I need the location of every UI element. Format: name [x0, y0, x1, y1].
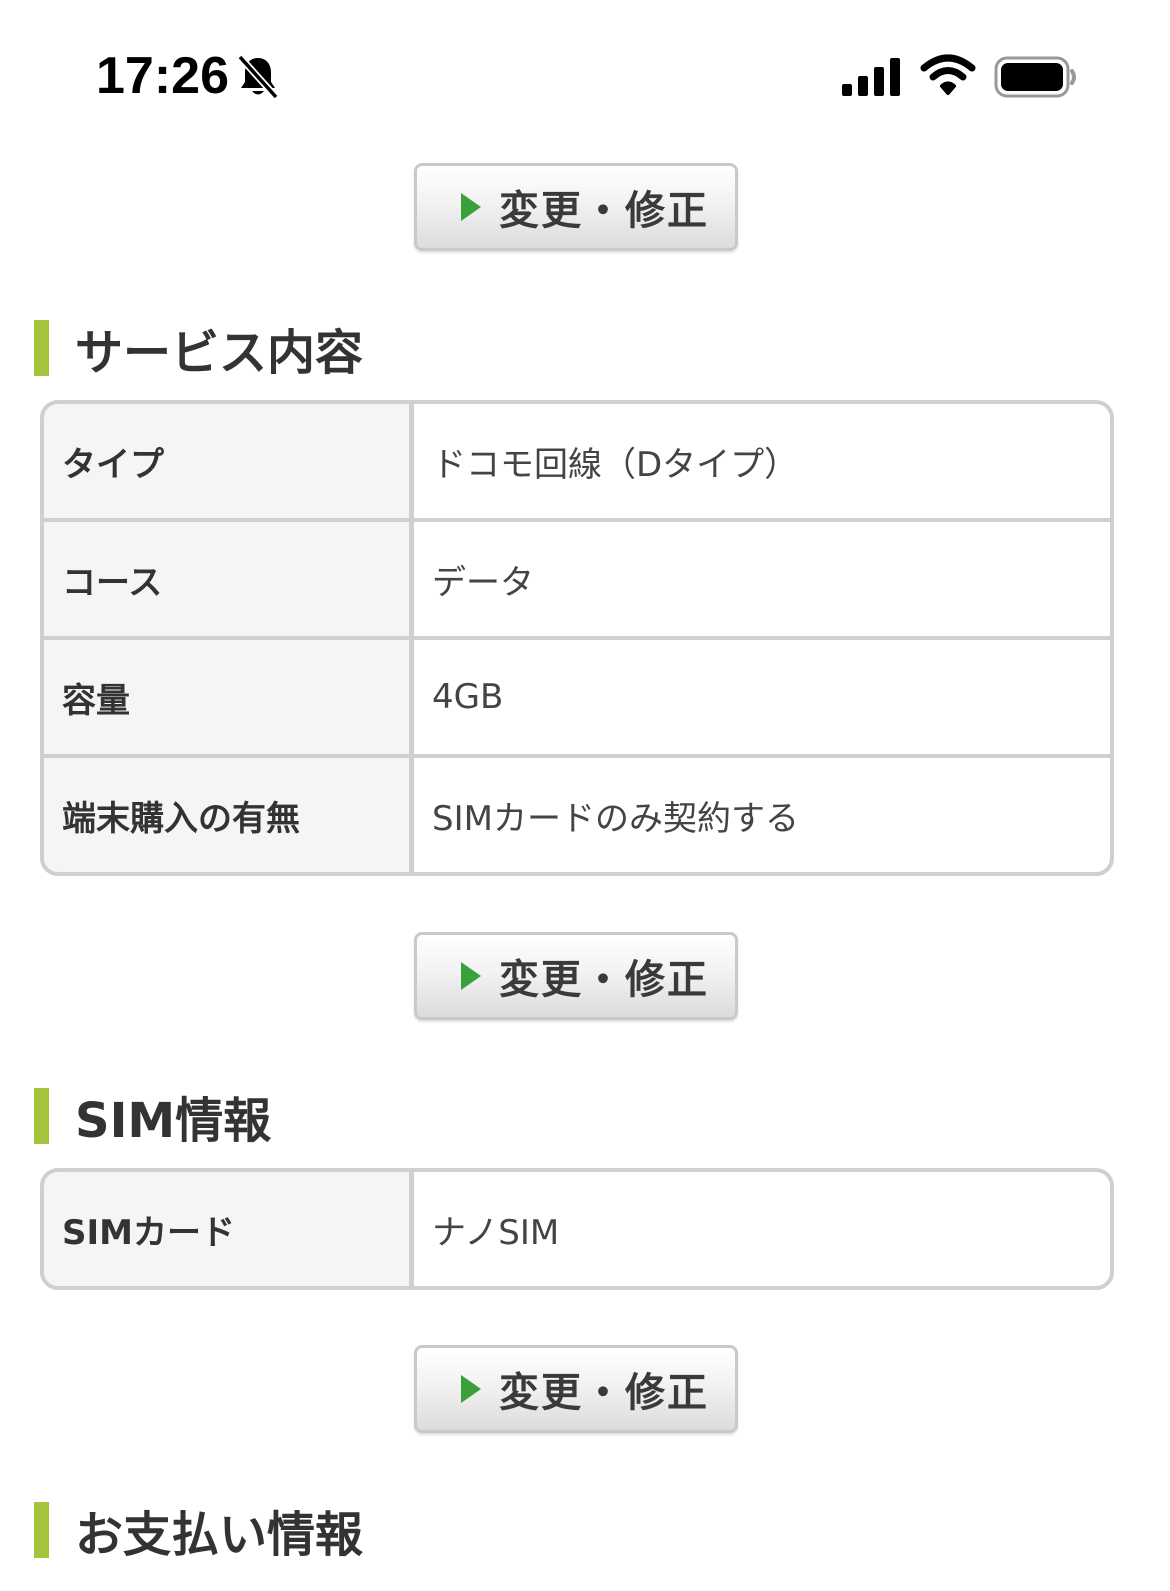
table-row: タイプ ドコモ回線（Dタイプ） [44, 404, 1110, 522]
edit-button-label: 変更・修正 [499, 1370, 709, 1416]
table-row: SIMカード ナノSIM [44, 1172, 1110, 1286]
heading-accent-bar [34, 320, 49, 376]
row-value: データ [432, 562, 534, 603]
row-label: 端末購入の有無 [44, 758, 414, 872]
edit-button[interactable]: 変更・修正 [414, 1345, 738, 1433]
table-row: 容量 4GB [44, 640, 1110, 758]
play-icon [461, 193, 481, 221]
status-time: 17:26 [96, 47, 229, 105]
section-title: お支払い情報 [75, 1507, 364, 1563]
heading-accent-bar [34, 1088, 49, 1144]
bell-off-icon [237, 54, 279, 100]
sim-table: SIMカード ナノSIM [40, 1168, 1114, 1290]
signal-icon [842, 58, 900, 96]
row-label: 容量 [44, 640, 414, 754]
edit-button[interactable]: 変更・修正 [414, 932, 738, 1020]
row-label: コース [44, 522, 414, 636]
section-heading-sim: SIM情報 [34, 1087, 271, 1149]
row-label: SIMカード [44, 1172, 414, 1286]
wifi-icon [920, 54, 976, 95]
status-bar: 17:26 [0, 0, 1170, 150]
play-icon [461, 962, 481, 990]
edit-button[interactable]: 変更・修正 [414, 163, 738, 251]
section-title: サービス内容 [75, 325, 364, 381]
edit-button-label: 変更・修正 [499, 188, 709, 234]
row-value: 4GB [432, 677, 504, 717]
service-table: タイプ ドコモ回線（Dタイプ） コース データ 容量 4GB 端末購入の有無 S… [40, 400, 1114, 876]
heading-accent-bar [34, 1502, 49, 1558]
row-value: ナノSIM [432, 1212, 560, 1253]
row-label: タイプ [44, 404, 414, 518]
row-value: ドコモ回線（Dタイプ） [432, 444, 799, 485]
section-heading-payment: お支払い情報 [34, 1501, 363, 1563]
table-row: 端末購入の有無 SIMカードのみ契約する [44, 758, 1110, 872]
edit-button-label: 変更・修正 [499, 957, 709, 1003]
battery-icon [994, 56, 1076, 98]
section-title: SIM情報 [75, 1093, 272, 1149]
section-heading-service: サービス内容 [34, 319, 363, 381]
play-icon [461, 1375, 481, 1403]
table-row: コース データ [44, 522, 1110, 640]
row-value: SIMカードのみ契約する [432, 798, 799, 839]
